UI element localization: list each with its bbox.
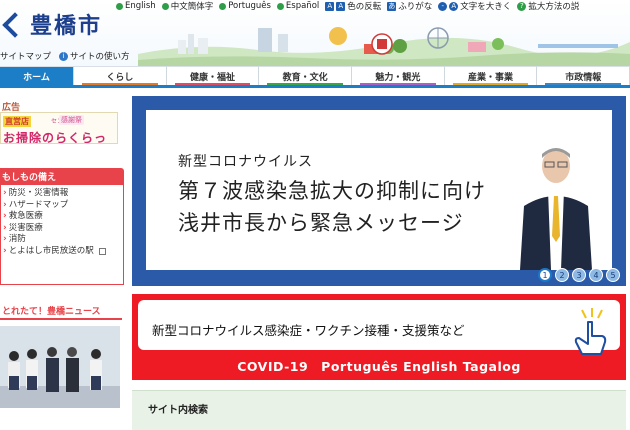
logo-text: 豊橋市 [30, 13, 103, 39]
help-label: 拡大方法の説 [528, 2, 580, 12]
site-search-section: サイト内検索 [132, 390, 626, 430]
text-size-button[interactable]: - A 文字を大きく [438, 0, 511, 12]
prep-link-emergency-medical[interactable]: 救急医療 [3, 211, 121, 223]
site-header: 豊橋市 English 中文簡体字 Português Español A A 色の… [0, 0, 630, 66]
site-logo[interactable]: 豊橋市 [4, 8, 102, 40]
minus-icon: - [438, 1, 448, 11]
site-search-title: サイト内検索 [148, 405, 208, 416]
logo-mark-icon [4, 12, 26, 36]
hero-headline-2: 浅井市長から緊急メッセージ [178, 211, 464, 235]
lang-link-chinese[interactable]: 中文簡体字 [161, 0, 214, 12]
sub-navigation: サイトマップ i サイトの使い方 [0, 50, 130, 62]
prep-label: 防災・災害情報 [8, 188, 69, 198]
help-link[interactable]: ? 拡大方法の説 [517, 0, 579, 12]
carousel-pagination: 1 2 3 4 5 [538, 268, 620, 282]
bullet-icon [219, 2, 227, 10]
info-icon: i [59, 51, 69, 61]
toyohashi-news-title: とれたて！豊橋ニュース [0, 302, 122, 320]
lang-link-portuguese[interactable]: Português [219, 0, 271, 12]
ad-headline: お掃除のらくらっく [3, 131, 108, 144]
help-icon: ? [517, 1, 527, 11]
covid-banner[interactable]: 新型コロナウイルス感染症・ワクチン接種・支援策など COVID-19 Portu… [132, 294, 626, 380]
prep-label: とよはし市民放送の駅 [8, 245, 94, 256]
prep-link-disaster-medical[interactable]: 災害医療 [3, 223, 121, 235]
hero-subtitle: 新型コロナウイルス [178, 154, 313, 170]
color-invert-button[interactable]: A A 色の反転 [325, 0, 381, 12]
mayor-photo [520, 148, 592, 270]
lang-label: Português [228, 1, 271, 11]
furigana-button[interactable]: あふりがな [387, 0, 432, 12]
emergency-prep-title: もしもの備え [0, 168, 124, 185]
ad-tag-2: 感謝祭 [59, 115, 84, 125]
sitemap-label: サイトマップ [0, 52, 52, 62]
utility-bar: English 中文簡体字 Português Español A A 色の反転 あ… [116, 0, 579, 12]
sitemap-link[interactable]: サイトマップ [0, 50, 51, 62]
prep-link-fire[interactable]: 消防 [3, 234, 121, 246]
hero-headline-1: 第７波感染急拡大の抑制に向け [178, 179, 486, 203]
carousel-dot[interactable]: 1 [538, 268, 552, 282]
left-sidebar: 広告 直営店 センター 感謝祭 お掃除のらくらっく もしもの備え 防災・災害情報… [0, 92, 126, 430]
ad-banner[interactable]: 直営店 センター 感謝祭 お掃除のらくらっく [0, 112, 118, 144]
lang-label: English [125, 1, 156, 11]
lantern-icon [371, 33, 393, 55]
nav-living[interactable]: くらし [74, 66, 167, 85]
ad-tag: 直営店 [3, 116, 31, 127]
furigana-icon: あ [387, 1, 397, 11]
lang-label: Español [285, 1, 320, 11]
hero-slide[interactable]: 新型コロナウイルス 第７波感染急拡大の抑制に向け 浅井市長から緊急メッセージ [146, 110, 612, 270]
prep-link-disaster-info[interactable]: 防災・災害情報 [3, 188, 121, 200]
nav-tourism[interactable]: 魅力・観光 [352, 66, 445, 85]
prep-label: 救急医療 [8, 211, 43, 222]
main-content: 新型コロナウイルス 第７波感染急拡大の抑制に向け 浅井市長から緊急メッセージ 1… [132, 96, 626, 430]
contrast-icon: A [325, 1, 335, 11]
covid-banner-text: 新型コロナウイルス感染症・ワクチン接種・支援策など [152, 323, 465, 338]
nav-health-welfare[interactable]: 健康・福祉 [166, 66, 260, 85]
pointing-hand-icon [574, 308, 607, 355]
covid-banner-box: 新型コロナウイルス感染症・ワクチン接種・支援策など [138, 300, 620, 355]
covid-language-links[interactable]: COVID-19 Português English Tagalog [132, 356, 626, 375]
contrast-label: 色の反転 [347, 2, 382, 12]
lang-label: 中文簡体字 [170, 2, 214, 12]
hero-carousel[interactable]: 新型コロナウイルス 第７波感染急拡大の抑制に向け 浅井市長から緊急メッセージ 1… [132, 96, 626, 286]
global-navigation: ホーム くらし 健康・福祉 教育・文化 魅力・観光 産業・事業 市政情報 [0, 66, 630, 88]
news-photo[interactable] [0, 326, 120, 408]
lang-link-spanish[interactable]: Español [276, 0, 320, 12]
lang-link-english[interactable]: English [116, 0, 156, 12]
carousel-dot[interactable]: 4 [589, 268, 603, 282]
prep-link-broadcast[interactable]: とよはし市民放送の駅 [3, 246, 121, 258]
prep-label: ハザードマップ [8, 199, 69, 210]
furigana-label: ふりがな [398, 2, 433, 12]
site-usage-link[interactable]: i サイトの使い方 [59, 50, 130, 62]
nav-city-info[interactable]: 市政情報 [537, 66, 630, 85]
prep-link-hazard-map[interactable]: ハザードマップ [3, 200, 121, 212]
external-link-icon [98, 248, 106, 256]
contrast-icon: A [336, 1, 346, 11]
prep-label: 災害医療 [8, 222, 43, 233]
nav-home[interactable]: ホーム [0, 66, 74, 85]
text-size-label: 文字を大きく [460, 2, 512, 12]
emergency-prep-list: 防災・災害情報 ハザードマップ 救急医療 災害医療 消防 とよはし市民放送の駅 [0, 185, 124, 285]
bullet-icon [276, 2, 284, 10]
nav-industry[interactable]: 産業・事業 [444, 66, 538, 85]
carousel-dot[interactable]: 2 [555, 268, 569, 282]
nav-education-culture[interactable]: 教育・文化 [259, 66, 353, 85]
bullet-icon [161, 2, 169, 10]
howto-label: サイトの使い方 [70, 52, 130, 62]
prep-label: 消防 [8, 234, 26, 245]
plus-icon: A [449, 1, 459, 11]
carousel-dot[interactable]: 5 [606, 268, 620, 282]
carousel-dot[interactable]: 3 [572, 268, 586, 282]
bullet-icon [116, 2, 123, 10]
